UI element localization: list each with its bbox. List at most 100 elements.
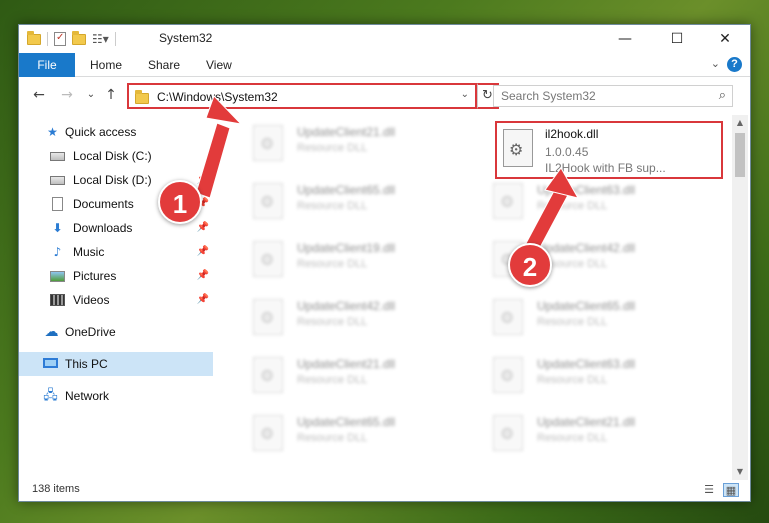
network-icon: 🖧 — [43, 388, 58, 403]
file-type: Resource DLL — [297, 316, 368, 328]
file-name: UpdateClient63.dll — [537, 357, 636, 371]
dll-file-icon — [253, 183, 283, 219]
properties-icon[interactable] — [54, 32, 66, 46]
new-folder-icon[interactable] — [72, 30, 86, 45]
help-icon[interactable]: ? — [727, 57, 742, 72]
file-type: Resource DLL — [297, 432, 368, 444]
sidebar-item-network[interactable]: 🖧 Network — [19, 384, 213, 408]
dll-file-icon — [253, 357, 283, 393]
dll-file-icon — [253, 299, 283, 335]
search-input[interactable]: Search System32 — [501, 89, 596, 103]
file-tile[interactable]: UpdateClient65.dll Resource DLL — [239, 175, 459, 229]
download-icon: ⬇ — [52, 221, 63, 235]
back-button[interactable]: ← — [29, 85, 49, 105]
file-name: UpdateClient42.dll — [297, 299, 396, 313]
sidebar-item-pictures[interactable]: Pictures 📌 — [19, 264, 213, 288]
file-tile[interactable]: UpdateClient42.dll Resource DLL — [239, 291, 459, 345]
sidebar-item-label: This PC — [65, 357, 108, 371]
tiles-view-icon[interactable]: ▦ — [723, 483, 739, 497]
file-tile[interactable]: UpdateClient63.dll Resource DLL — [479, 349, 699, 403]
file-type: Resource DLL — [297, 258, 368, 270]
address-path[interactable]: C:\Windows\System32 — [157, 90, 278, 104]
file-type: Resource DLL — [537, 374, 608, 386]
dll-file-icon — [493, 299, 523, 335]
chevron-down-icon[interactable]: ⌄ — [461, 89, 469, 100]
pin-icon: 📌 — [196, 174, 209, 185]
ribbon-tabs: File Home Share View ⌄ ? — [19, 53, 750, 77]
file-tile[interactable]: UpdateClient65.dll Resource DLL — [239, 407, 459, 461]
sidebar-item-label: OneDrive — [65, 325, 116, 339]
sidebar-item-music[interactable]: ♪ Music 📌 — [19, 240, 213, 264]
file-tile[interactable]: UpdateClient65.dll Resource DLL — [479, 291, 699, 345]
dll-file-icon — [253, 125, 283, 161]
file-name: UpdateClient21.dll — [297, 357, 396, 371]
file-tile[interactable]: UpdateClient21.dll Resource DLL — [479, 407, 699, 461]
navigation-pane: ★ Quick access Local Disk (C:) Local Dis… — [19, 115, 215, 480]
scroll-up-icon[interactable]: ▲ — [732, 115, 748, 131]
close-button[interactable]: ✕ — [702, 25, 748, 53]
file-name: UpdateClient21.dll — [297, 125, 396, 139]
tab-view[interactable]: View — [206, 53, 232, 77]
forward-button[interactable]: → — [57, 85, 77, 105]
toolbar-divider — [114, 32, 116, 46]
details-view-icon[interactable]: ☰ — [701, 483, 717, 497]
status-bar: 138 items ☰ ▦ — [19, 479, 750, 501]
search-box[interactable]: Search System32 ⌕ — [493, 85, 733, 107]
dll-file-icon — [493, 357, 523, 393]
pin-icon: 📌 — [196, 222, 209, 233]
recent-locations-button[interactable]: ⌄ — [81, 85, 101, 105]
customize-toolbar-icon[interactable]: ☷▾ — [92, 32, 109, 46]
step-2-badge: 2 — [508, 243, 552, 287]
tab-home[interactable]: Home — [90, 53, 122, 77]
pin-icon: 📌 — [196, 270, 209, 281]
step-1-badge: 1 — [158, 180, 202, 224]
minimize-button[interactable]: — — [602, 25, 648, 53]
file-version: 1.0.0.45 — [545, 145, 589, 159]
sidebar-item-label: Local Disk (D:) — [73, 173, 152, 187]
tab-share[interactable]: Share — [148, 53, 180, 77]
drive-icon — [50, 176, 65, 185]
sidebar-item-this-pc[interactable]: This PC — [19, 352, 213, 376]
file-name: il2hook.dll — [545, 127, 599, 141]
file-tile[interactable]: UpdateClient19.dll Resource DLL — [239, 233, 459, 287]
sidebar-item-quick-access[interactable]: ★ Quick access — [19, 120, 213, 144]
sidebar-item-label: Local Disk (C:) — [73, 149, 152, 163]
sidebar-item-videos[interactable]: Videos 📌 — [19, 288, 213, 312]
computer-icon — [43, 358, 58, 368]
up-button[interactable]: ↑ — [101, 85, 121, 105]
document-icon — [52, 197, 63, 211]
explorer-window: ☷▾ System32 — ☐ ✕ File Home Share View ⌄… — [18, 24, 751, 502]
file-tile-il2hook[interactable]: il2hook.dll 1.0.0.45 IL2Hook with FB sup… — [495, 121, 723, 179]
file-type: Resource DLL — [537, 432, 608, 444]
address-bar[interactable]: C:\Windows\System32 ⌄ — [127, 83, 477, 109]
window-title: System32 — [159, 31, 213, 45]
file-type: Resource DLL — [297, 374, 368, 386]
expand-ribbon-icon[interactable]: ⌄ — [711, 57, 720, 70]
tab-file[interactable]: File — [19, 53, 75, 77]
file-name: UpdateClient21.dll — [537, 415, 636, 429]
scroll-down-icon[interactable]: ▼ — [732, 464, 748, 480]
dll-file-icon — [253, 415, 283, 451]
file-type: Resource DLL — [297, 200, 368, 212]
scroll-thumb[interactable] — [735, 133, 745, 177]
sidebar-item-local-disk-c[interactable]: Local Disk (C:) — [19, 144, 213, 168]
file-tile[interactable]: UpdateClient21.dll Resource DLL — [239, 117, 459, 171]
item-count: 138 items — [32, 483, 80, 495]
pictures-icon — [50, 271, 65, 282]
sidebar-item-label: Pictures — [73, 269, 117, 283]
dll-file-icon — [493, 183, 523, 219]
sidebar-item-onedrive[interactable]: ☁ OneDrive — [19, 320, 213, 344]
drive-icon — [50, 152, 65, 161]
file-name: UpdateClient42.dll — [537, 241, 636, 255]
dll-file-icon — [253, 241, 283, 277]
search-icon[interactable]: ⌕ — [719, 88, 726, 103]
video-icon — [50, 294, 65, 306]
file-tile[interactable]: UpdateClient63.dll Resource DLL — [479, 175, 699, 229]
pin-icon: 📌 — [196, 246, 209, 257]
folder-icon — [135, 90, 149, 104]
sidebar-item-label: Network — [65, 389, 110, 403]
file-tile[interactable]: UpdateClient21.dll Resource DLL — [239, 349, 459, 403]
maximize-button[interactable]: ☐ — [654, 25, 700, 53]
vertical-scrollbar[interactable]: ▲ ▼ — [732, 115, 748, 480]
file-list: UpdateClient21.dll Resource DLL il2hook.… — [229, 115, 729, 475]
